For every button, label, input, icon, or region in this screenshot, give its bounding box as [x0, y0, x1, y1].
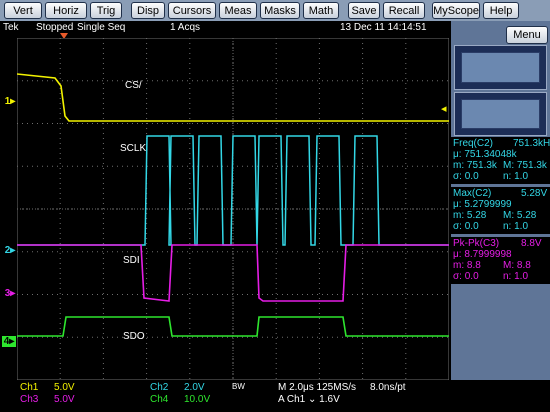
help-button[interactable]: Help: [483, 2, 519, 19]
masks-button[interactable]: Masks: [260, 2, 300, 19]
cursors-button[interactable]: Cursors: [168, 2, 216, 19]
ch2-label[interactable]: Ch2: [150, 382, 168, 393]
recall-button[interactable]: Recall: [383, 2, 425, 19]
acq-count: 1 Acqs: [170, 22, 201, 33]
max-max: M: 5.28: [503, 210, 537, 221]
ch4-label[interactable]: Ch4: [150, 394, 168, 405]
ch2-marker-label: 2: [4, 245, 11, 256]
pkpk-measurement[interactable]: Pk-Pk(C3) 8.8V μ: 8.7999998 m: 8.8 M: 8.…: [451, 237, 550, 284]
max-count: n: 1.0: [503, 221, 529, 232]
side-slot-2[interactable]: [454, 92, 547, 136]
sclk-label: SCLK: [120, 143, 147, 154]
menu-button[interactable]: Menu: [506, 26, 548, 44]
meas-button[interactable]: Meas: [219, 2, 257, 19]
ch1-label[interactable]: Ch1: [20, 382, 38, 393]
acq-mode: Single Seq: [77, 22, 126, 33]
cs-label: CS/: [125, 80, 142, 91]
max-title: Max(C2): [453, 188, 492, 199]
ch3-marker-label: 3: [4, 288, 11, 299]
ch3-scale[interactable]: 5.0V: [54, 394, 75, 405]
trig-button[interactable]: Trig: [90, 2, 122, 19]
ch1-marker-label: 1: [4, 96, 11, 107]
math-button[interactable]: Math: [303, 2, 339, 19]
pkpk-min: m: 8.8: [453, 260, 481, 271]
timebase-readout[interactable]: M 2.0μs 125MS/s: [278, 382, 356, 393]
freq-sigma: σ: 0.0: [453, 171, 479, 182]
pkpk-count: n: 1.0: [503, 271, 529, 282]
horiz-button[interactable]: Horiz: [45, 2, 87, 19]
time-per-point: 8.0ns/pt: [370, 382, 406, 393]
freq-count: n: 1.0: [503, 171, 529, 182]
freq-max: M: 751.3k: [503, 160, 547, 171]
menu-bar: Vert Horiz Trig Disp Cursors Meas Masks …: [0, 0, 550, 21]
ch4-marker[interactable]: 4 ▸: [2, 336, 16, 347]
ch3-marker[interactable]: 3 ▸: [4, 288, 16, 299]
ch2-scale[interactable]: 2.0V: [184, 382, 205, 393]
side-slot-1[interactable]: [454, 45, 547, 90]
save-button[interactable]: Save: [348, 2, 380, 19]
graticule-grid: [16, 37, 450, 381]
trigger-readout[interactable]: A Ch1 ⌄ 1.6V: [278, 394, 340, 405]
freq-measurement[interactable]: Freq(C2) 751.3kHz μ: 751.34048k m: 751.3…: [451, 137, 550, 184]
ch1-scale[interactable]: 5.0V: [54, 382, 75, 393]
max-measurement[interactable]: Max(C2) 5.28V μ: 5.2799999 m: 5.28 M: 5.…: [451, 187, 550, 234]
side-slot-1-inner: [461, 52, 540, 83]
myscope-button[interactable]: MyScope: [432, 2, 480, 19]
pkpk-value: 8.8V: [521, 238, 542, 249]
waveform-display: CS/ SCLK SDI SDO: [16, 37, 450, 381]
freq-title: Freq(C2): [453, 138, 494, 149]
max-sigma: σ: 0.0: [453, 221, 479, 232]
waveform-graticule: [16, 37, 450, 381]
side-slot-2-inner: [461, 99, 540, 129]
acq-state: Stopped: [36, 22, 74, 33]
max-mean: μ: 5.2799999: [453, 199, 512, 210]
ch4-marker-label: 4: [3, 336, 10, 347]
max-value: 5.28V: [521, 188, 548, 199]
bandwidth-limit-badge: BW: [232, 382, 245, 391]
pkpk-max: M: 8.8: [503, 260, 531, 271]
pkpk-mean: μ: 8.7999998: [453, 249, 512, 260]
sdo-label: SDO: [123, 331, 145, 342]
vert-button[interactable]: Vert: [4, 2, 42, 19]
freq-value: 751.3kHz: [513, 138, 550, 149]
sdi-label: SDI: [123, 255, 140, 266]
ch4-scale[interactable]: 10.0V: [184, 394, 210, 405]
brand-label: Tek: [3, 22, 19, 33]
freq-min: m: 751.3k: [453, 160, 497, 171]
ch3-label[interactable]: Ch3: [20, 394, 38, 405]
freq-mean: μ: 751.34048k: [453, 149, 517, 160]
max-min: m: 5.28: [453, 210, 487, 221]
channel-readout-bar: Ch1 5.0V Ch3 5.0V Ch2 2.0V Ch4 10.0V BW …: [0, 380, 550, 412]
ch1-marker[interactable]: 1 ▸: [4, 96, 16, 107]
date-time: 13 Dec 11 14:14:51: [340, 22, 427, 33]
trigger-level-arrow-icon[interactable]: ◂: [441, 102, 447, 115]
pkpk-sigma: σ: 0.0: [453, 271, 479, 282]
disp-button[interactable]: Disp: [131, 2, 165, 19]
ch2-marker[interactable]: 2 ▸: [4, 245, 16, 256]
pkpk-title: Pk-Pk(C3): [453, 238, 500, 249]
